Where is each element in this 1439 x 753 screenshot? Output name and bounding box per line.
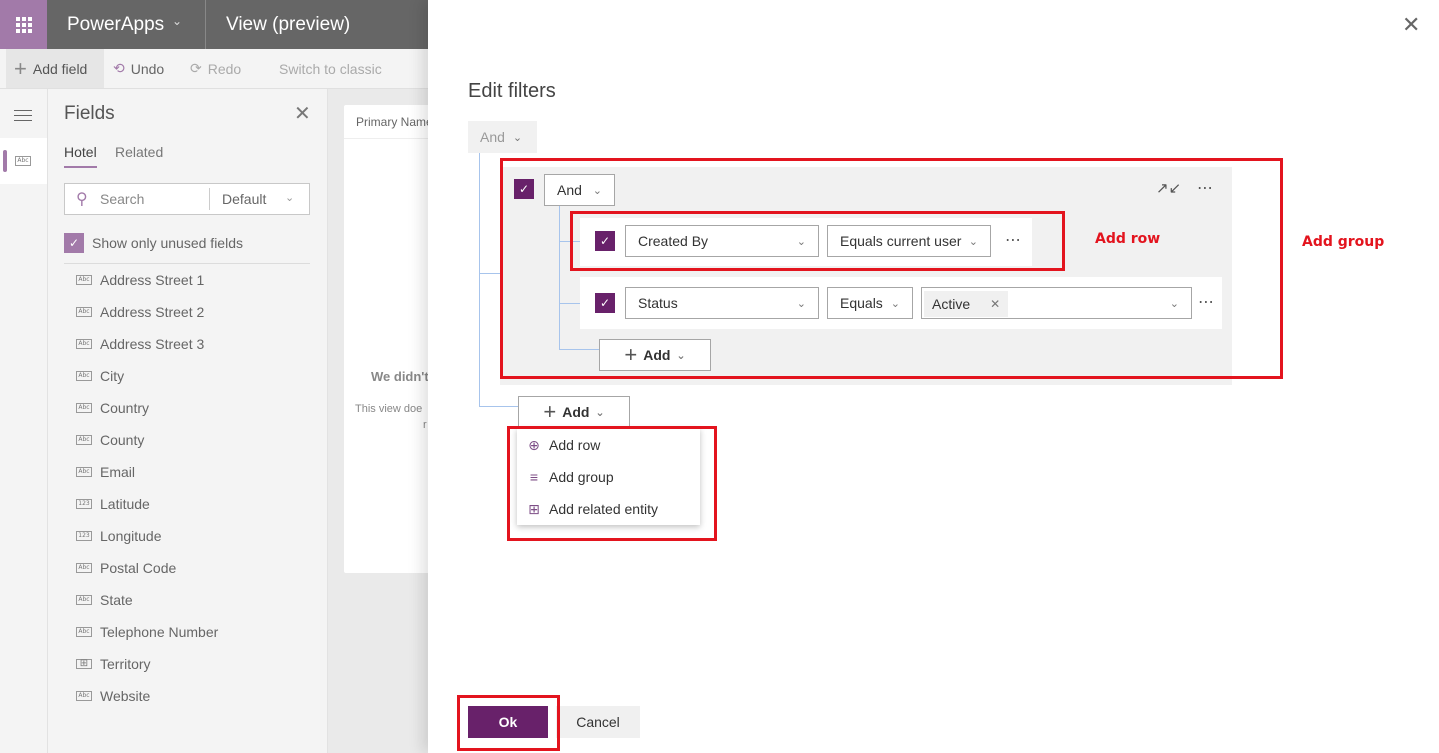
text-field-icon: Abc xyxy=(76,435,92,445)
text-field-icon: Abc xyxy=(76,467,92,477)
close-icon[interactable]: ✕ xyxy=(294,101,311,126)
add-field-label: Add field xyxy=(32,60,88,77)
root-operator-value: And xyxy=(480,129,505,145)
undo-button[interactable]: ⟲ Undo xyxy=(113,49,164,88)
number-field-icon: 123 xyxy=(76,499,92,509)
text-field-icon: Abc xyxy=(76,691,92,701)
field-list-item[interactable]: 123 Longitude xyxy=(76,526,162,546)
empty-state-description: This view doe xyxy=(355,403,423,415)
chevron-down-icon[interactable]: ⌄ xyxy=(172,14,182,28)
plus-icon: + xyxy=(543,399,557,424)
field-label: Postal Code xyxy=(100,560,177,576)
hamburger-menu-icon[interactable] xyxy=(14,106,32,125)
field-label: Longitude xyxy=(100,528,162,544)
text-field-icon: Abc xyxy=(76,307,92,317)
field-label: City xyxy=(100,368,125,384)
search-icon: ⚲ xyxy=(76,191,88,208)
empty-state-title: We didn't xyxy=(371,369,429,384)
annotation-box-add-row xyxy=(570,211,1065,271)
field-label: State xyxy=(100,592,133,608)
divider xyxy=(64,263,310,264)
view-title: View (preview) xyxy=(226,14,351,35)
tab-related[interactable]: Related xyxy=(115,144,163,160)
app-launcher-icon xyxy=(15,16,32,33)
plus-icon: + xyxy=(14,55,27,81)
chevron-down-icon: ⌄ xyxy=(512,131,523,144)
switch-to-classic-label: Switch to classic xyxy=(279,60,382,77)
field-filter-select[interactable]: Default xyxy=(222,191,266,207)
field-label: Address Street 3 xyxy=(100,336,205,352)
field-list-item[interactable]: Abc City xyxy=(76,366,124,386)
root-add-button[interactable]: + Add ⌄ xyxy=(518,396,630,428)
field-label: Latitude xyxy=(100,496,150,512)
divider xyxy=(205,0,206,49)
field-label: Email xyxy=(100,464,136,480)
app-name[interactable]: PowerApps xyxy=(67,14,164,36)
annotation-box-add-menu xyxy=(507,426,717,541)
show-unused-label: Show only unused fields xyxy=(92,235,243,251)
field-list-item[interactable]: Abc Address Street 3 xyxy=(76,334,204,354)
active-indicator xyxy=(3,150,7,172)
search-placeholder: Search xyxy=(100,191,145,207)
field-list-item[interactable]: Abc County xyxy=(76,430,144,450)
divider xyxy=(209,188,210,210)
tree-connector xyxy=(479,406,518,407)
switch-to-classic-button[interactable]: Switch to classic xyxy=(279,49,382,88)
chevron-down-icon[interactable]: ⌄ xyxy=(285,191,294,204)
text-field-icon: Abc xyxy=(76,627,92,637)
add-field-button[interactable]: + Add field xyxy=(6,49,104,88)
field-label: Telephone Number xyxy=(100,624,219,640)
text-field-icon: Abc xyxy=(76,595,92,605)
tab-hotel[interactable]: Hotel xyxy=(64,144,97,168)
left-rail xyxy=(0,89,48,753)
text-field-icon: Abc xyxy=(76,563,92,573)
root-operator-select[interactable]: And ⌄ xyxy=(468,121,537,153)
add-label: Add xyxy=(562,404,590,420)
redo-button[interactable]: ⟳ Redo xyxy=(190,49,241,88)
text-field-icon: Abc xyxy=(76,403,92,413)
lookup-field-icon: ⊞ xyxy=(76,659,92,669)
field-list-item[interactable]: Abc Postal Code xyxy=(76,558,176,578)
undo-icon: ⟲ xyxy=(113,60,125,76)
field-list-item[interactable]: ⊞ Territory xyxy=(76,654,151,674)
undo-label: Undo xyxy=(130,60,165,77)
field-list-item[interactable]: Abc Address Street 1 xyxy=(76,270,204,290)
close-icon[interactable]: ✕ xyxy=(1402,12,1420,38)
tree-connector xyxy=(479,153,480,407)
text-field-icon: Abc xyxy=(76,339,92,349)
number-field-icon: 123 xyxy=(76,531,92,541)
field-label: County xyxy=(100,432,145,448)
redo-label: Redo xyxy=(207,60,242,77)
app-launcher-button[interactable] xyxy=(0,0,47,49)
text-field-icon: Abc xyxy=(76,275,92,285)
cancel-button[interactable]: Cancel xyxy=(556,706,640,738)
fields-panel-title: Fields xyxy=(64,103,115,124)
annotation-box-ok xyxy=(457,695,560,751)
annotation-label-add-row: Add row xyxy=(1095,231,1161,247)
chevron-down-icon: ⌄ xyxy=(595,406,605,419)
text-field-icon: Abc xyxy=(76,371,92,381)
tree-connector xyxy=(479,273,500,274)
field-label: Address Street 1 xyxy=(100,272,205,288)
field-list-item[interactable]: Abc Telephone Number xyxy=(76,622,218,642)
annotation-label-add-group: Add group xyxy=(1302,234,1385,250)
field-list-item[interactable]: Abc Address Street 2 xyxy=(76,302,204,322)
field-label: Territory xyxy=(100,656,151,672)
field-label: Address Street 2 xyxy=(100,304,205,320)
redo-icon: ⟳ xyxy=(190,60,202,76)
dialog-title: Edit filters xyxy=(468,80,556,102)
column-header-primary-name[interactable]: Primary Name xyxy=(356,115,433,129)
field-list-item[interactable]: Abc Country xyxy=(76,398,149,418)
field-list-item[interactable]: Abc State xyxy=(76,590,133,610)
empty-state-description-2: r xyxy=(423,419,427,431)
text-field-icon: Abc xyxy=(15,156,31,166)
field-label: Website xyxy=(100,688,151,704)
field-list-item[interactable]: Abc Email xyxy=(76,462,135,482)
field-label: Country xyxy=(100,400,150,416)
field-list-item[interactable]: Abc Website xyxy=(76,686,150,706)
field-list-item[interactable]: 123 Latitude xyxy=(76,494,150,514)
show-unused-checkbox[interactable]: ✓ xyxy=(64,233,84,253)
checkmark-icon: ✓ xyxy=(68,236,80,250)
